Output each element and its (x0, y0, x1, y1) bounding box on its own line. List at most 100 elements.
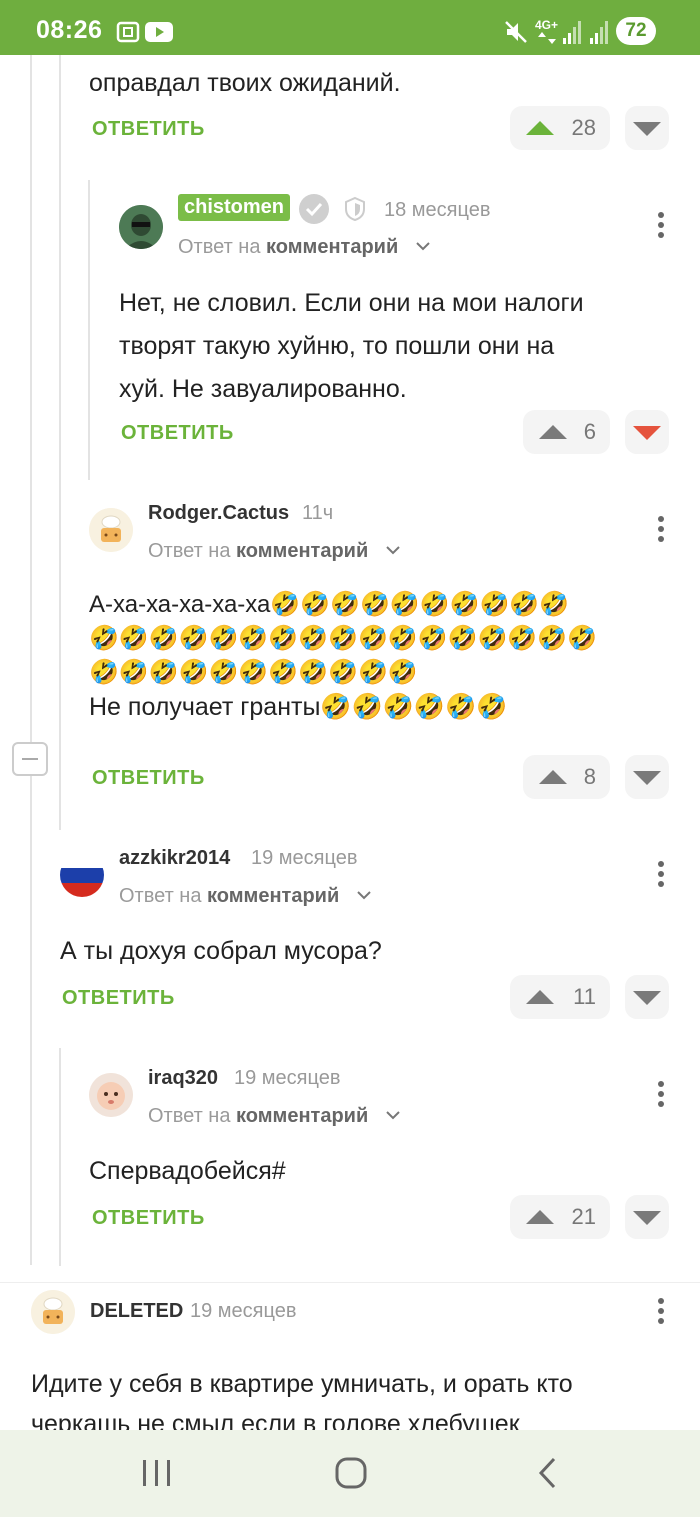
author-name[interactable]: iraq320 (148, 1067, 218, 1090)
comment-time: 19 месяцев (190, 1300, 297, 1322)
comment-time: 18 месяцев (384, 199, 491, 221)
default-avatar-icon (89, 508, 133, 552)
chevron-down-icon[interactable] (356, 889, 372, 901)
chevron-down-icon[interactable] (415, 240, 431, 252)
downvote-button[interactable] (625, 1195, 669, 1239)
comment-text: оправдал твоих ожиданий. (89, 69, 401, 97)
comment-line: Нет, не словил. Если они на мои налоги (119, 289, 584, 317)
comment-text: А ты дохуя собрал мусора? (60, 937, 382, 965)
reply-target: комментарий (236, 540, 369, 562)
data-arrows-icon (538, 32, 556, 44)
reply-target: комментарий (266, 236, 399, 258)
comment-line: Не получает гранты🤣🤣🤣🤣🤣🤣 (89, 693, 508, 721)
downvote-icon (633, 771, 661, 785)
upvote-button[interactable]: 8 (523, 755, 610, 799)
more-options-icon[interactable] (657, 212, 665, 242)
comment-line: хуй. Не завуалированно. (119, 375, 407, 403)
reply-button[interactable]: ОТВЕТИТЬ (62, 987, 175, 1010)
status-time: 08:26 (36, 16, 103, 44)
upvote-button[interactable]: 6 (523, 410, 610, 454)
reply-button[interactable]: ОТВЕТИТЬ (92, 767, 205, 790)
thread-line (59, 55, 61, 830)
upvote-icon (526, 1210, 554, 1224)
vote-count: 6 (583, 419, 596, 444)
signal-icon-2 (590, 21, 608, 44)
comment-line: А-ха-ха-ха-ха-ха🤣🤣🤣🤣🤣🤣🤣🤣🤣🤣 (89, 591, 570, 618)
youtube-icon (145, 22, 173, 42)
signal-icon (563, 21, 581, 44)
vote-count: 28 (571, 115, 596, 140)
comment-text: Нет, не словил. Если они на мои налоги т… (119, 285, 679, 408)
downvote-icon (633, 1211, 661, 1225)
battery-indicator: 72 (616, 17, 656, 45)
more-options-icon[interactable] (657, 516, 665, 546)
reply-to[interactable]: Ответ на комментарий (148, 540, 368, 563)
comment-line: творят такую хуйню, то пошли они на (119, 332, 555, 360)
chevron-down-icon[interactable] (385, 1109, 401, 1121)
vote-count: 11 (573, 984, 596, 1009)
system-nav-bar (0, 1430, 700, 1517)
upvote-icon (539, 770, 567, 784)
author-name[interactable]: azzkikr2014 (119, 847, 230, 870)
chevron-down-icon[interactable] (385, 544, 401, 556)
comment-line: Идите у себя в квартире умничать, и орат… (31, 1370, 573, 1398)
reply-to[interactable]: Ответ на комментарий (148, 1105, 368, 1128)
collapse-thread-button[interactable] (12, 742, 48, 776)
status-bar: 08:26 4G+ 72 (0, 0, 700, 55)
more-options-icon[interactable] (657, 1298, 665, 1328)
avatar[interactable] (31, 1290, 75, 1334)
mute-icon (505, 21, 527, 43)
vote-count: 8 (583, 764, 596, 789)
comment-text: Спервадобейся# (89, 1157, 286, 1185)
more-options-icon[interactable] (657, 1081, 665, 1111)
comment-text: А-ха-ха-ха-ха-ха🤣🤣🤣🤣🤣🤣🤣🤣🤣🤣 🤣🤣🤣🤣🤣🤣🤣🤣🤣🤣🤣🤣🤣… (89, 588, 679, 724)
reply-target: комментарий (207, 885, 340, 907)
author-name[interactable]: chistomen (178, 194, 291, 221)
thread-line (30, 55, 32, 1265)
reply-button[interactable]: ОТВЕТИТЬ (121, 422, 234, 445)
reply-button[interactable]: ОТВЕТИТЬ (92, 1207, 205, 1230)
baby-avatar-icon (89, 1073, 133, 1117)
downvote-button[interactable] (625, 975, 669, 1019)
upvote-button[interactable]: 21 (510, 1195, 610, 1239)
upvote-icon (539, 425, 567, 439)
downvote-button[interactable] (625, 410, 669, 454)
reply-prefix: Ответ на (119, 885, 202, 907)
reply-prefix: Ответ на (148, 1105, 231, 1127)
thread-line (88, 180, 90, 480)
reply-button[interactable]: ОТВЕТИТЬ (92, 118, 205, 141)
comment-line: 🤣🤣🤣🤣🤣🤣🤣🤣🤣🤣🤣🤣🤣🤣🤣🤣🤣 (89, 625, 598, 652)
comment-time: 19 месяцев (251, 847, 358, 869)
verified-icon (299, 194, 329, 224)
comment-time: 11ч (302, 502, 334, 524)
recent-apps-icon[interactable] (140, 1458, 174, 1488)
upvote-icon (526, 990, 554, 1004)
downvote-button[interactable] (625, 755, 669, 799)
russia-flag-icon (60, 853, 104, 897)
downvote-icon (633, 991, 661, 1005)
network-type: 4G+ (535, 18, 559, 32)
comment-line: 🤣🤣🤣🤣🤣🤣🤣🤣🤣🤣🤣 (89, 659, 418, 686)
user-avatar-icon (119, 205, 163, 249)
reply-prefix: Ответ на (148, 540, 231, 562)
screenshot-icon (116, 21, 140, 43)
reply-to[interactable]: Ответ на комментарий (178, 236, 398, 259)
downvote-icon (633, 122, 661, 136)
home-icon[interactable] (334, 1456, 370, 1490)
author-name[interactable]: Rodger.Cactus (148, 502, 289, 525)
author-name[interactable]: DELETED (90, 1300, 183, 1323)
upvote-icon (526, 121, 554, 135)
upvote-button[interactable]: 11 (510, 975, 610, 1019)
downvote-button[interactable] (625, 106, 669, 150)
avatar[interactable] (89, 1073, 133, 1117)
avatar[interactable] (119, 205, 163, 249)
downvote-icon (633, 426, 661, 440)
more-options-icon[interactable] (657, 861, 665, 891)
divider (0, 1282, 700, 1283)
reply-to[interactable]: Ответ на комментарий (119, 885, 339, 908)
back-icon[interactable] (536, 1456, 560, 1490)
avatar[interactable] (89, 508, 133, 552)
upvote-button[interactable]: 28 (510, 106, 610, 150)
shield-icon (345, 196, 365, 222)
avatar[interactable] (60, 853, 104, 897)
